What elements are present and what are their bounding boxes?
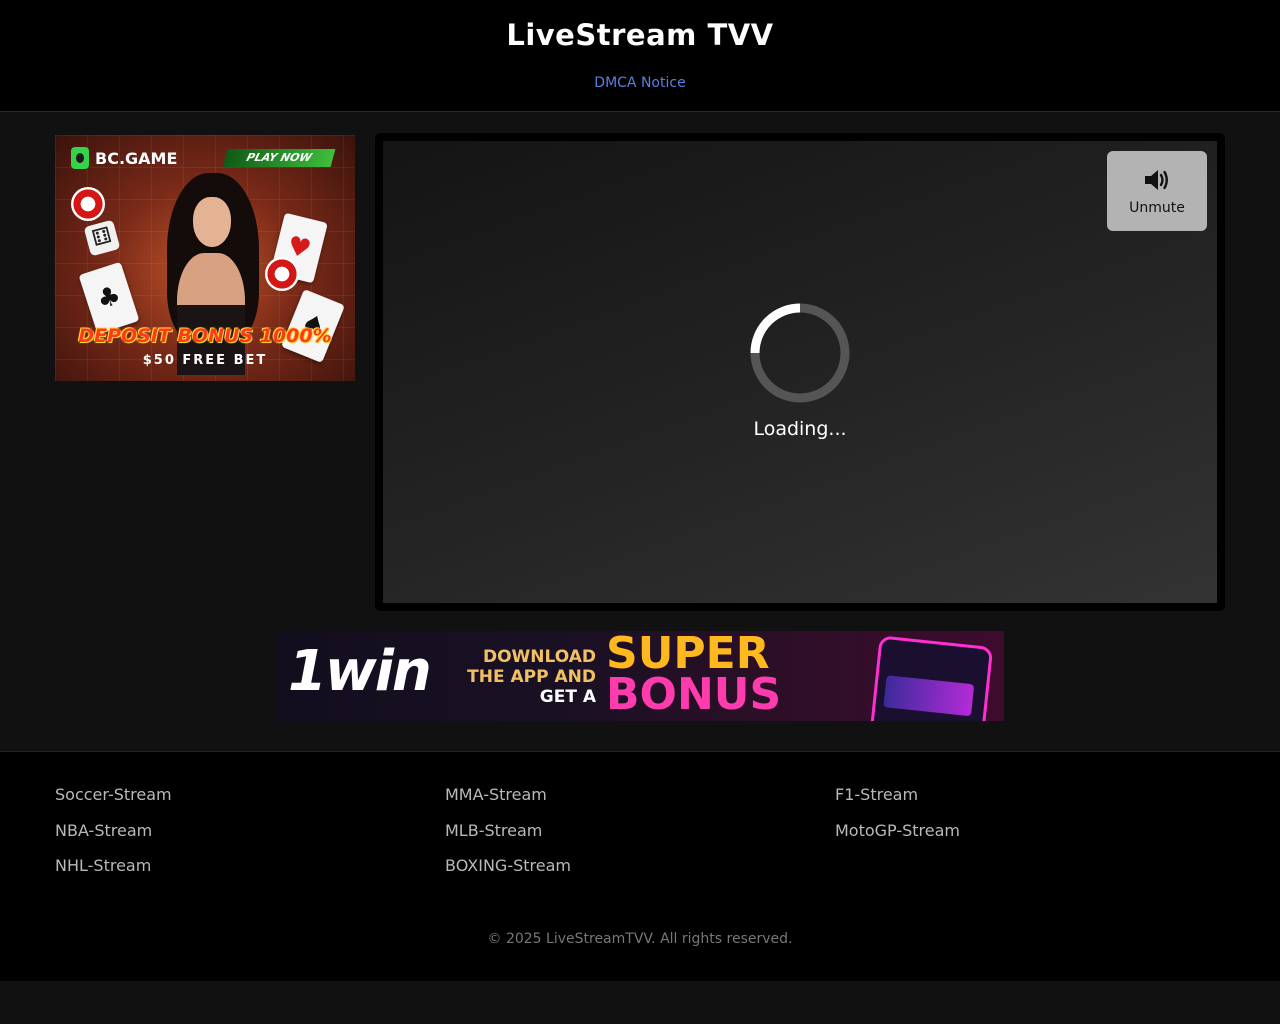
- free-bet-text: $50 FREE BET: [142, 353, 268, 368]
- ad-line-download: DOWNLOAD: [482, 647, 596, 667]
- site-title: LiveStream TVV: [506, 18, 774, 52]
- site-header: LiveStream TVV DMCA Notice: [0, 0, 1280, 112]
- footer-link-nhl-stream[interactable]: NHL-Stream: [55, 856, 151, 875]
- speaker-icon: [1145, 170, 1168, 190]
- ad-bonus-text: BONUS: [606, 669, 782, 720]
- bc-game-logo: BC.GAME: [71, 147, 177, 169]
- unmute-button[interactable]: Unmute: [1107, 151, 1207, 231]
- ad-line-get: GET A: [539, 687, 596, 707]
- ad-line-app: THE APP AND: [467, 667, 596, 687]
- site-footer: Soccer-Stream MMA-Stream F1-Stream NBA-S…: [0, 751, 1280, 981]
- loading-text: Loading...: [753, 418, 847, 440]
- phone-icon: [868, 635, 994, 721]
- footer-link-mma-stream[interactable]: MMA-Stream: [445, 785, 547, 804]
- 1win-ad-banner[interactable]: 1win DOWNLOAD THE APP AND GET A SUPER BO…: [276, 631, 1004, 721]
- footer-link-soccer-stream[interactable]: Soccer-Stream: [55, 785, 172, 804]
- poker-chip-icon: [265, 257, 299, 291]
- deposit-bonus-headline: DEPOSIT BONUS 1000%: [78, 325, 332, 347]
- footer-link-motogp-stream[interactable]: MotoGP-Stream: [835, 821, 960, 840]
- copyright-text: © 2025 LiveStreamTVV. All rights reserve…: [487, 931, 793, 947]
- footer-link-f1-stream[interactable]: F1-Stream: [835, 785, 918, 804]
- video-player-frame: Unmute Loading...: [375, 133, 1225, 611]
- poker-chip-icon: [71, 187, 105, 221]
- bc-game-ad-banner[interactable]: BC.GAME PLAY NOW ⚅ ♣ ♥ ♠ DEPOSIT BONUS 1…: [55, 135, 355, 381]
- unmute-label: Unmute: [1129, 200, 1185, 216]
- phone-screen: [883, 675, 975, 717]
- loading-spinner-icon: [750, 303, 850, 403]
- dmca-notice-link[interactable]: DMCA Notice: [0, 75, 1280, 91]
- video-player[interactable]: Unmute Loading...: [383, 141, 1217, 603]
- footer-link-mlb-stream[interactable]: MLB-Stream: [445, 821, 542, 840]
- 1win-logo: 1win: [288, 639, 432, 704]
- footer-link-nba-stream[interactable]: NBA-Stream: [55, 821, 152, 840]
- footer-link-boxing-stream[interactable]: BOXING-Stream: [445, 856, 571, 875]
- bc-game-logo-icon: [71, 147, 89, 169]
- ad-download-text: DOWNLOAD THE APP AND GET A: [454, 647, 596, 707]
